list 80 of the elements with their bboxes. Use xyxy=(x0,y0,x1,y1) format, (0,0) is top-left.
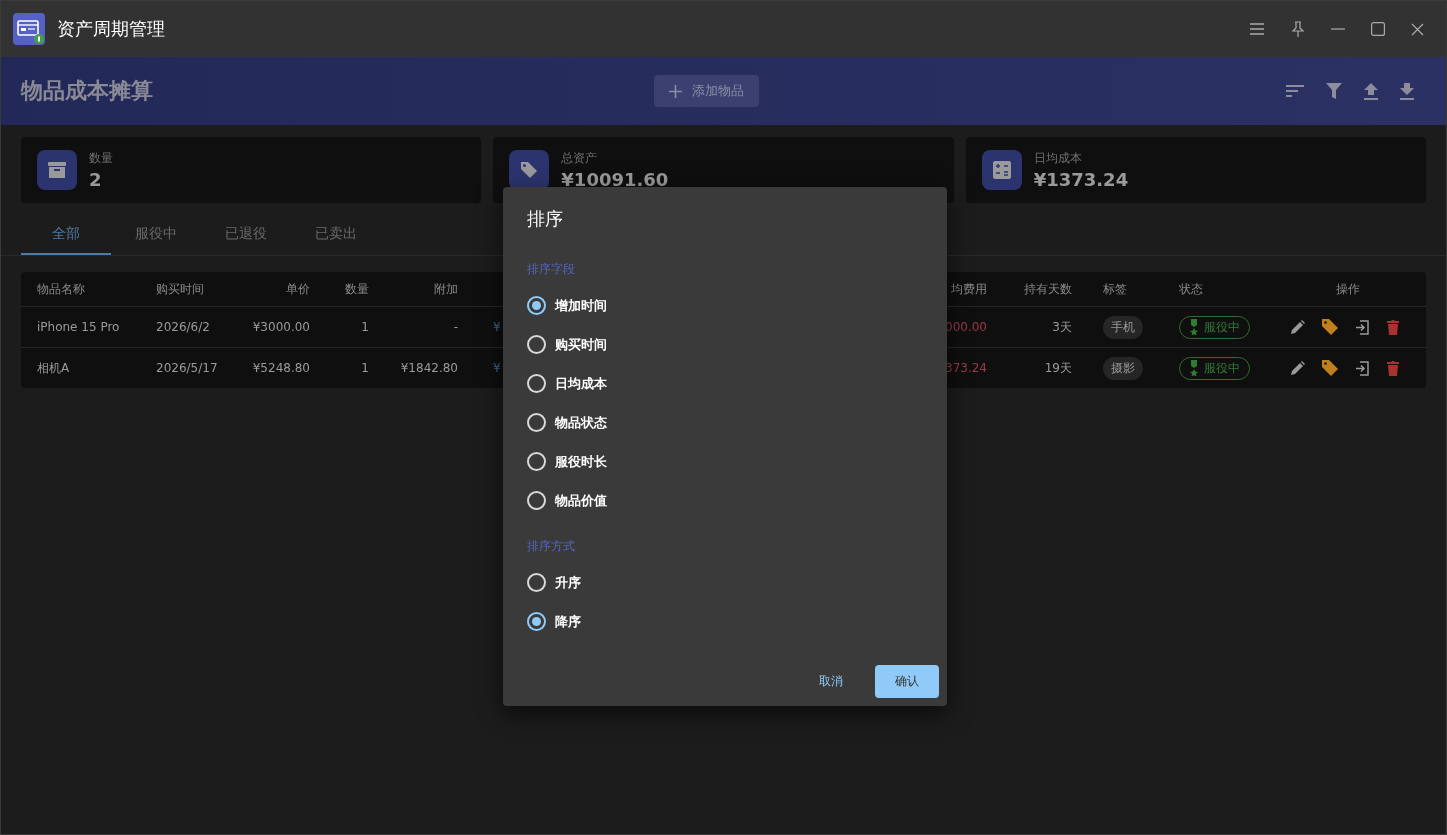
table-cell-text: iPhone 15 Pro xyxy=(37,320,121,334)
tag-icon xyxy=(520,161,539,179)
delete-icon[interactable] xyxy=(1387,360,1399,376)
radio-option[interactable]: 物品状态 xyxy=(527,403,923,442)
exit-icon[interactable] xyxy=(1355,360,1370,376)
edit-pencil-icon[interactable] xyxy=(1291,361,1305,375)
confirm-button[interactable]: 确认 xyxy=(875,665,939,698)
menu-icon[interactable] xyxy=(1249,23,1265,35)
sort-icon[interactable] xyxy=(1286,85,1304,97)
radio-button[interactable] xyxy=(527,612,546,631)
upload-icon[interactable] xyxy=(1364,82,1378,100)
tag-chip: 摄影 xyxy=(1103,356,1143,380)
radio-option[interactable]: 日均成本 xyxy=(527,364,923,403)
radio-option[interactable]: 物品价值 xyxy=(527,481,923,520)
table-cell: 19天 xyxy=(1044,359,1072,377)
close-icon[interactable] xyxy=(1411,22,1424,36)
table-cell-text: 相机A xyxy=(37,359,71,377)
column-header: 购买时间 xyxy=(156,280,205,298)
calculator-icon xyxy=(992,161,1011,179)
table-cell: ¥1842.80 xyxy=(400,361,458,375)
radio-option[interactable]: 购买时间 xyxy=(527,325,923,364)
column-header: 数量 xyxy=(345,280,369,298)
table-cell: - xyxy=(453,320,458,334)
table-cell-text: 2026/5/17 xyxy=(156,361,219,375)
radio-button[interactable] xyxy=(527,452,546,471)
radio-option[interactable]: 升序 xyxy=(527,563,923,602)
archive-box-icon xyxy=(48,161,66,179)
tag-icon[interactable] xyxy=(1322,319,1338,335)
stat-label: 数量 xyxy=(89,150,113,167)
exit-icon[interactable] xyxy=(1355,319,1370,335)
filter-tab[interactable]: 全部 xyxy=(21,215,111,255)
radio-button[interactable] xyxy=(527,374,546,393)
radio-button[interactable] xyxy=(527,413,546,432)
column-header: 状态 xyxy=(1179,280,1204,298)
app-logo-icon xyxy=(13,13,45,45)
column-header: 附加 xyxy=(434,280,458,298)
column-header: 物品名称 xyxy=(37,280,86,298)
table-cell: 1 xyxy=(361,361,369,375)
cancel-button[interactable]: 取消 xyxy=(799,665,863,698)
table-cell-text: 2026/6/2 xyxy=(156,320,211,334)
column-header: 均费用 xyxy=(951,280,987,298)
radio-button[interactable] xyxy=(527,491,546,510)
table-cell: 3天 xyxy=(1052,318,1072,336)
tag-icon[interactable] xyxy=(1322,360,1338,376)
radio-button[interactable] xyxy=(527,296,546,315)
maximize-icon[interactable] xyxy=(1371,22,1385,36)
table-cell: ¥ xyxy=(493,361,501,375)
edit-pencil-icon[interactable] xyxy=(1291,320,1305,334)
radio-option[interactable]: 降序 xyxy=(527,602,923,641)
table-cell: ¥3000.00 xyxy=(252,320,310,334)
pin-icon[interactable] xyxy=(1291,20,1305,38)
table-cell: 373.24 xyxy=(945,361,987,375)
download-icon[interactable] xyxy=(1400,82,1414,100)
medal-icon xyxy=(1189,319,1199,335)
stat-value: 2 xyxy=(89,169,103,190)
tag-chip: 手机 xyxy=(1103,315,1143,339)
page-title: 物品成本摊算 xyxy=(21,77,153,105)
stat-label: 总资产 xyxy=(561,150,599,167)
column-header: 单价 xyxy=(286,280,310,298)
filter-icon[interactable] xyxy=(1326,83,1342,99)
section-label: 排序字段 xyxy=(527,261,576,278)
delete-icon[interactable] xyxy=(1387,319,1399,335)
plus-icon xyxy=(669,84,682,98)
stat-label: 日均成本 xyxy=(1033,150,1083,167)
stat-value: ¥10091.60 xyxy=(561,169,669,190)
column-header: 操作 xyxy=(1335,280,1360,298)
table-cell: 1 xyxy=(361,320,369,334)
stat-value: ¥1373.24 xyxy=(1033,169,1129,190)
column-header: 标签 xyxy=(1103,280,1127,298)
radio-button[interactable] xyxy=(527,335,546,354)
dialog-title: 排序 xyxy=(527,207,564,231)
radio-button[interactable] xyxy=(527,573,546,592)
table-cell: ¥5248.80 xyxy=(252,361,310,375)
table-cell: ¥ xyxy=(493,320,501,334)
medal-icon xyxy=(1189,360,1199,376)
column-header: 持有天数 xyxy=(1024,280,1072,298)
window-title: 资产周期管理 xyxy=(57,17,165,41)
section-label: 排序方式 xyxy=(527,538,576,555)
radio-option[interactable]: 增加时间 xyxy=(527,286,923,325)
radio-option[interactable]: 服役时长 xyxy=(527,442,923,481)
